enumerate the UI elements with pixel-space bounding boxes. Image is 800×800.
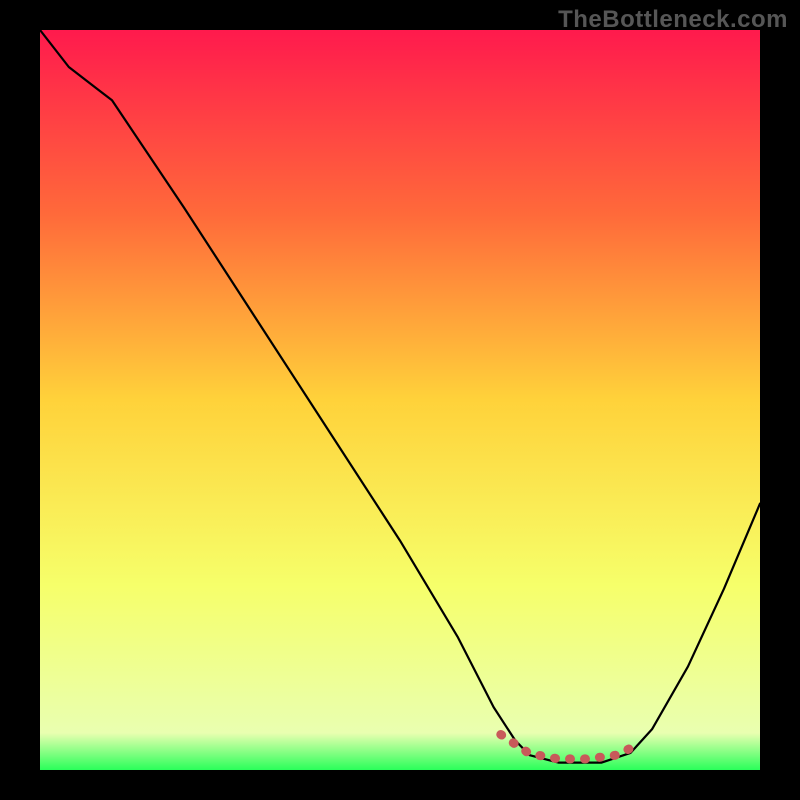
- plot-area: [40, 30, 760, 770]
- chart-container: TheBottleneck.com: [0, 0, 800, 800]
- chart-svg: [40, 30, 760, 770]
- watermark-text: TheBottleneck.com: [558, 6, 788, 34]
- gradient-background: [40, 30, 760, 770]
